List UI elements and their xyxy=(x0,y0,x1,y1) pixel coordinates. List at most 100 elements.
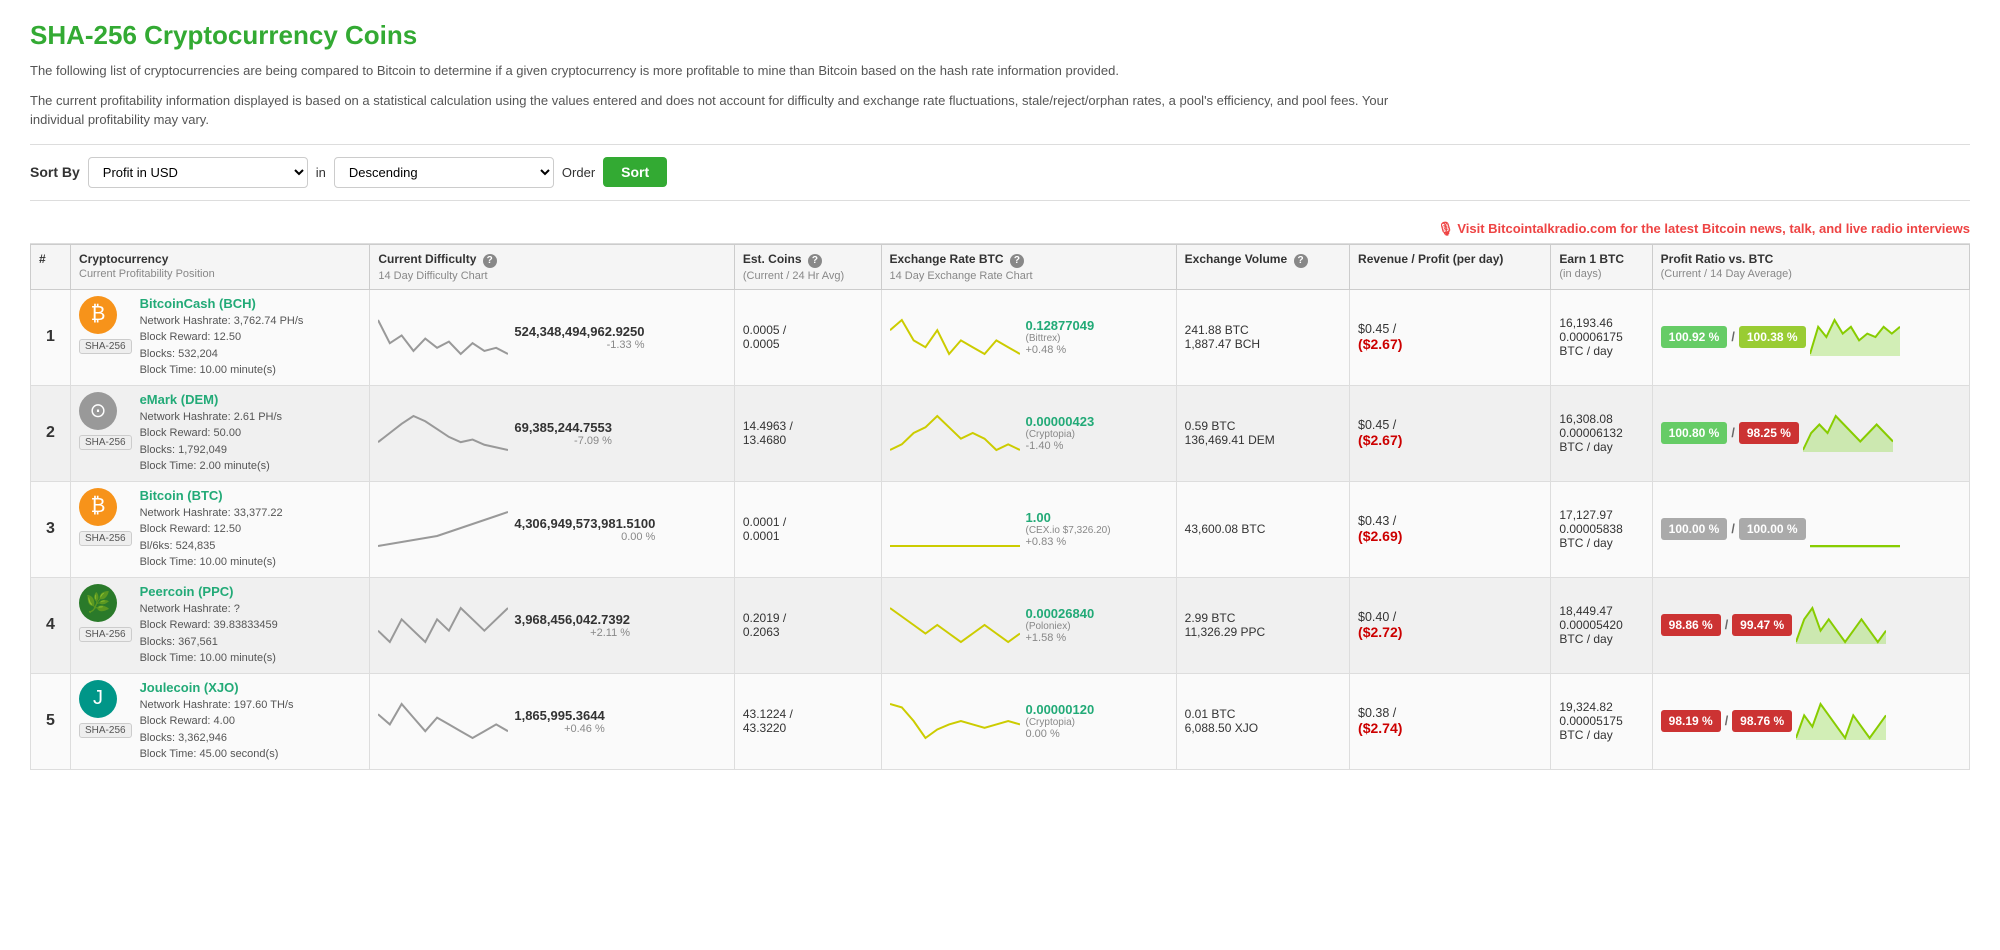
volume1: 0.59 BTC xyxy=(1185,419,1341,433)
earn-days: 16,193.46 xyxy=(1559,316,1643,330)
volume1: 43,600.08 BTC xyxy=(1185,522,1341,536)
th-earn-btc: Earn 1 BTC (in days) xyxy=(1551,244,1652,289)
exchange-change: +0.83 % xyxy=(1026,536,1111,548)
revenue-value: $0.43 / xyxy=(1358,514,1542,528)
diff-chart xyxy=(378,318,508,356)
exchange-volume-cell: 2.99 BTC 11,326.29 PPC xyxy=(1176,577,1349,673)
exchange-rate-cell: 0.12877049 (Bittrex) +0.48 % xyxy=(881,289,1176,385)
profit-value: ($2.67) xyxy=(1358,432,1542,448)
earn-unit: BTC / day xyxy=(1559,536,1643,550)
profit-chart xyxy=(1796,702,1886,740)
in-label: in xyxy=(316,165,326,180)
profit-ratio-cell: 100.80 % / 98.25 % xyxy=(1652,385,1969,481)
difficulty-cell: 3,968,456,042.7392 +2.11 % xyxy=(370,577,734,673)
coins-table: # Cryptocurrency Current Profitability P… xyxy=(30,244,1970,770)
coin-cell: ₿ SHA-256 Bitcoin (BTC) Network Hashrate… xyxy=(71,481,370,577)
th-exchange-rate: Exchange Rate BTC ? 14 Day Exchange Rate… xyxy=(881,244,1176,289)
exchange-volume-cell: 0.01 BTC 6,088.50 XJO xyxy=(1176,673,1349,769)
exchange-change: 0.00 % xyxy=(1026,728,1095,740)
difficulty-value: 4,306,949,573,981.5100 xyxy=(514,516,655,531)
difficulty-cell: 4,306,949,573,981.5100 0.00 % xyxy=(370,481,734,577)
earn-btc-day: 0.00006132 xyxy=(1559,426,1643,440)
exchange-volume-cell: 43,600.08 BTC xyxy=(1176,481,1349,577)
coin-name[interactable]: Bitcoin (BTC) xyxy=(140,488,283,503)
exchange-source: (Bittrex) xyxy=(1026,333,1095,344)
sha-badge: SHA-256 xyxy=(79,435,132,450)
rank-cell: 4 xyxy=(31,577,71,673)
badge-separator: / xyxy=(1731,426,1734,440)
difficulty-change: +2.11 % xyxy=(514,627,630,639)
earn-days: 17,127.97 xyxy=(1559,508,1643,522)
coin-name[interactable]: BitcoinCash (BCH) xyxy=(140,296,304,311)
exchange-volume-cell: 0.59 BTC 136,469.41 DEM xyxy=(1176,385,1349,481)
difficulty-value: 524,348,494,962.9250 xyxy=(514,324,644,339)
profit-chart xyxy=(1810,510,1900,548)
exchange-chart xyxy=(890,606,1020,644)
coin-cell: 🌿 SHA-256 Peercoin (PPC) Network Hashrat… xyxy=(71,577,370,673)
rank-cell: 2 xyxy=(31,385,71,481)
badge1: 98.86 % xyxy=(1661,614,1721,636)
est-coins-value: 0.0005 /0.0005 xyxy=(743,323,873,351)
earn-unit: BTC / day xyxy=(1559,632,1643,646)
exchange-change: -1.40 % xyxy=(1026,440,1095,452)
earn-btc-cell: 17,127.97 0.00005838 BTC / day xyxy=(1551,481,1652,577)
sort-button[interactable]: Sort xyxy=(603,157,667,187)
coin-cell: J SHA-256 Joulecoin (XJO) Network Hashra… xyxy=(71,673,370,769)
est-coins-cell: 0.0005 /0.0005 xyxy=(734,289,881,385)
profit-badges: 100.92 % / 100.38 % xyxy=(1661,326,1806,348)
page-container: SHA-256 Cryptocurrency Coins The followi… xyxy=(0,0,2000,790)
help-icon-difficulty[interactable]: ? xyxy=(483,254,497,268)
revenue-value: $0.45 / xyxy=(1358,322,1542,336)
coin-name[interactable]: Peercoin (PPC) xyxy=(140,584,278,599)
earn-btc-cell: 18,449.47 0.00005420 BTC / day xyxy=(1551,577,1652,673)
sha-badge: SHA-256 xyxy=(79,627,132,642)
help-icon-exchange-volume[interactable]: ? xyxy=(1294,254,1308,268)
th-difficulty: Current Difficulty ? 14 Day Difficulty C… xyxy=(370,244,734,289)
badge1: 100.92 % xyxy=(1661,326,1728,348)
sha-badge: SHA-256 xyxy=(79,531,132,546)
est-coins-value: 0.0001 /0.0001 xyxy=(743,515,873,543)
radio-notice[interactable]: 🎙 Visit Bitcointalkradio.com for the lat… xyxy=(30,215,1970,244)
exchange-rate-cell: 0.00000423 (Cryptopia) -1.40 % xyxy=(881,385,1176,481)
table-row: 4 🌿 SHA-256 Peercoin (PPC) Network Hashr… xyxy=(31,577,1970,673)
earn-btc-day: 0.00005175 xyxy=(1559,714,1643,728)
exchange-rate-cell: 0.00026840 (Poloniex) +1.58 % xyxy=(881,577,1176,673)
revenue-profit-cell: $0.40 / ($2.72) xyxy=(1350,577,1551,673)
profit-value: ($2.72) xyxy=(1358,624,1542,640)
revenue-value: $0.38 / xyxy=(1358,706,1542,720)
exchange-chart xyxy=(890,510,1020,548)
sort-by-select[interactable]: Profit in USD Revenue in USD Exchange Ra… xyxy=(88,157,308,188)
est-coins-value: 14.4963 /13.4680 xyxy=(743,419,873,447)
earn-days: 19,324.82 xyxy=(1559,700,1643,714)
coin-name[interactable]: eMark (DEM) xyxy=(140,392,282,407)
profit-badges: 98.86 % / 99.47 % xyxy=(1661,614,1793,636)
diff-chart xyxy=(378,510,508,548)
help-icon-exchange-rate[interactable]: ? xyxy=(1010,254,1024,268)
exchange-rate-value: 0.00000423 xyxy=(1026,414,1095,429)
exchange-change: +0.48 % xyxy=(1026,344,1095,356)
exchange-rate-value: 0.12877049 xyxy=(1026,318,1095,333)
est-coins-value: 43.1224 /43.3220 xyxy=(743,707,873,735)
badge1: 100.00 % xyxy=(1661,518,1728,540)
sort-bar: Sort By Profit in USD Revenue in USD Exc… xyxy=(30,144,1970,201)
earn-btc-day: 0.00005420 xyxy=(1559,618,1643,632)
th-revenue-profit: Revenue / Profit (per day) xyxy=(1350,244,1551,289)
difficulty-cell: 524,348,494,962.9250 -1.33 % xyxy=(370,289,734,385)
exchange-change: +1.58 % xyxy=(1026,632,1095,644)
diff-chart xyxy=(378,414,508,452)
coin-name[interactable]: Joulecoin (XJO) xyxy=(140,680,294,695)
exchange-chart xyxy=(890,414,1020,452)
order-select[interactable]: Descending Ascending xyxy=(334,157,554,188)
profit-chart xyxy=(1810,318,1900,356)
difficulty-change: -7.09 % xyxy=(514,435,612,447)
help-icon-est-coins[interactable]: ? xyxy=(808,254,822,268)
volume2: 1,887.47 BCH xyxy=(1185,337,1341,351)
sha-badge: SHA-256 xyxy=(79,339,132,354)
rank-cell: 1 xyxy=(31,289,71,385)
coin-logo: ₿ xyxy=(79,488,117,526)
badge2: 100.38 % xyxy=(1739,326,1806,348)
volume2: 136,469.41 DEM xyxy=(1185,433,1341,447)
exchange-source: (CEX.io $7,326.20) xyxy=(1026,525,1111,536)
coin-detail: Network Hashrate: 2.61 PH/sBlock Reward:… xyxy=(140,409,282,475)
desc1: The following list of cryptocurrencies a… xyxy=(30,61,1430,81)
